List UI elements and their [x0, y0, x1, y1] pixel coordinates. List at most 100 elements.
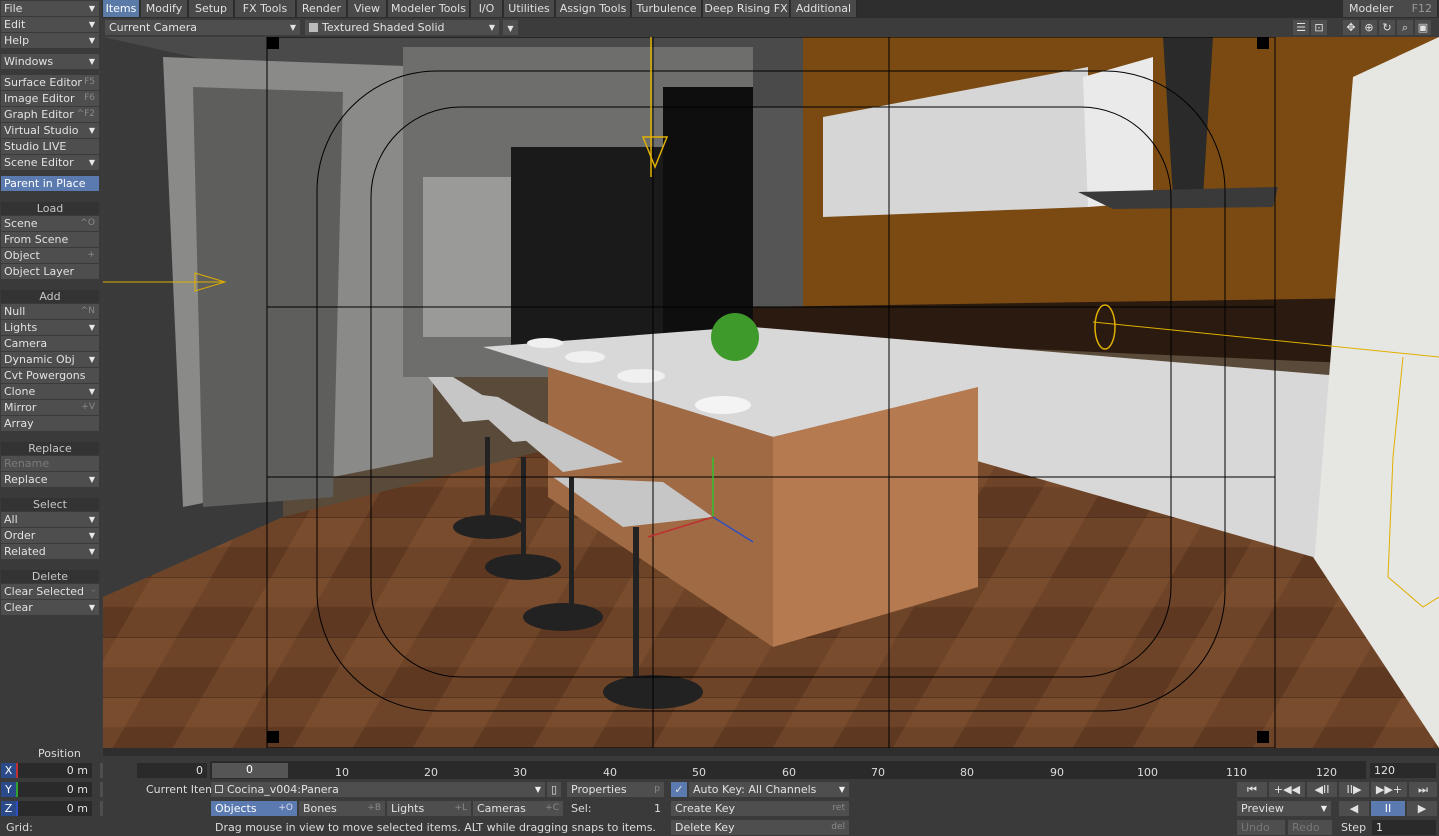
current-item-dropdown[interactable]: Cocina_v004:Panera ▼	[211, 782, 545, 797]
clear-label: Clear	[4, 601, 33, 614]
tab-modeler-tools[interactable]: Modeler Tools	[388, 0, 470, 17]
rotate-view-icon[interactable]: ↻	[1379, 20, 1395, 35]
preview-dropdown[interactable]: Preview ▼	[1237, 801, 1331, 816]
next-key-icon[interactable]: ▶▶+	[1371, 782, 1407, 797]
properties-button[interactable]: Properties p	[567, 782, 664, 797]
delete-key-button[interactable]: Delete Key del	[671, 820, 849, 835]
pan-view-icon[interactable]: ⊕	[1361, 20, 1377, 35]
3d-viewport[interactable]	[103, 37, 1439, 748]
y-position-field[interactable]: 0 m	[16, 782, 92, 797]
chevron-down-icon: ▼	[88, 323, 95, 332]
mirror-button[interactable]: Mirror +V	[1, 400, 99, 415]
tab-view[interactable]: View	[348, 0, 387, 17]
select-all-menu[interactable]: All ▼	[1, 512, 99, 527]
tab-fx-tools[interactable]: FX Tools	[235, 0, 296, 17]
move-view-icon[interactable]: ✥	[1343, 20, 1359, 35]
redo-button[interactable]: Redo	[1288, 820, 1332, 835]
dynamic-obj-menu[interactable]: Dynamic Obj ▼	[1, 352, 99, 367]
chevron-down-icon: ▼	[88, 387, 95, 396]
shortcut-hint: +V	[81, 402, 95, 412]
modeler-shortcut: F12	[1411, 2, 1432, 15]
timeline-splitter[interactable]	[103, 748, 1439, 756]
scene-editor-menu[interactable]: Scene Editor ▼	[1, 155, 99, 170]
tab-setup[interactable]: Setup	[189, 0, 234, 17]
play-forward-icon[interactable]: ▶	[1407, 801, 1437, 816]
cameras-filter-button[interactable]: Cameras +C	[473, 801, 563, 816]
undo-button[interactable]: Undo	[1237, 820, 1285, 835]
prev-key-icon[interactable]: +◀◀	[1269, 782, 1305, 797]
add-lights-label: Lights	[4, 321, 38, 334]
image-editor-button[interactable]: Image Editor F6	[1, 91, 99, 106]
lights-filter-button[interactable]: Lights +L	[387, 801, 471, 816]
add-camera-button[interactable]: Camera	[1, 336, 99, 351]
load-scene-button[interactable]: Scene ^O	[1, 216, 99, 231]
prev-frame-icon[interactable]: ◀II	[1307, 782, 1337, 797]
cameras-label: Cameras	[477, 802, 526, 815]
zoom-view-icon[interactable]: ⌕	[1397, 20, 1413, 35]
surface-editor-button[interactable]: Surface Editor F5	[1, 75, 99, 90]
file-menu[interactable]: File ▼	[1, 1, 99, 16]
graph-editor-button[interactable]: Graph Editor ^F2	[1, 107, 99, 122]
array-button[interactable]: Array	[1, 416, 99, 431]
windows-menu[interactable]: Windows ▼	[1, 54, 99, 69]
add-lights-menu[interactable]: Lights ▼	[1, 320, 99, 335]
bones-filter-button[interactable]: Bones +B	[299, 801, 385, 816]
tab-items[interactable]: Items	[103, 0, 140, 17]
studio-live-button[interactable]: Studio LIVE	[1, 139, 99, 154]
clear-menu[interactable]: Clear ▼	[1, 600, 99, 615]
view-type-dropdown[interactable]: Current Camera ▼	[105, 20, 300, 35]
replace-menu[interactable]: Replace ▼	[1, 472, 99, 487]
modeler-button[interactable]: Modeler F12	[1343, 0, 1438, 17]
x-position-field[interactable]: 0 m	[16, 763, 92, 778]
edit-menu[interactable]: Edit ▼	[1, 17, 99, 32]
step-field[interactable]: 1	[1372, 820, 1436, 835]
add-camera-label: Camera	[4, 337, 48, 350]
tab-render[interactable]: Render	[297, 0, 347, 17]
fit-view-icon[interactable]: ▣	[1415, 20, 1431, 35]
list-icon[interactable]: ☰	[1293, 20, 1309, 35]
add-null-button[interactable]: Null ^N	[1, 304, 99, 319]
last-frame-icon[interactable]: ⏭	[1409, 782, 1437, 797]
virtual-studio-menu[interactable]: Virtual Studio ▼	[1, 123, 99, 138]
timeline-end-field[interactable]: 120	[1370, 763, 1436, 778]
scene-editor-label: Scene Editor	[4, 156, 74, 169]
tab-utilities[interactable]: Utilities	[504, 0, 555, 17]
tab-deep-rising-fx[interactable]: Deep Rising FX	[703, 0, 790, 17]
help-menu[interactable]: Help ▼	[1, 33, 99, 48]
play-reverse-icon[interactable]: ◀	[1339, 801, 1369, 816]
load-object-button[interactable]: Object +	[1, 248, 99, 263]
y-color-bar	[16, 782, 18, 797]
tab-io[interactable]: I/O	[471, 0, 503, 17]
chevron-down-icon: ▼	[88, 515, 95, 524]
tab-modify[interactable]: Modify	[141, 0, 188, 17]
next-frame-icon[interactable]: II▶	[1339, 782, 1369, 797]
first-frame-icon[interactable]: ⏮	[1237, 782, 1267, 797]
file-label: File	[4, 2, 23, 15]
select-order-menu[interactable]: Order ▼	[1, 528, 99, 543]
objects-filter-button[interactable]: Objects +O	[211, 801, 297, 816]
object-layer-button[interactable]: Object Layer	[1, 264, 99, 279]
auto-key-checkbox[interactable]: ✓	[671, 782, 687, 797]
viewport-options-button[interactable]: ▼	[503, 20, 518, 35]
item-list-icon[interactable]: ▯	[547, 782, 561, 797]
tab-turbulence[interactable]: Turbulence	[632, 0, 702, 17]
create-key-button[interactable]: Create Key ret	[671, 801, 849, 816]
rename-button[interactable]: Rename	[1, 456, 99, 471]
render-mode-dropdown[interactable]: Textured Shaded Solid ▼	[305, 20, 499, 35]
pause-icon[interactable]: II	[1371, 801, 1405, 816]
tab-assign-tools[interactable]: Assign Tools	[556, 0, 631, 17]
select-related-menu[interactable]: Related ▼	[1, 544, 99, 559]
clone-menu[interactable]: Clone ▼	[1, 384, 99, 399]
tab-additional[interactable]: Additional	[791, 0, 857, 17]
from-scene-button[interactable]: From Scene	[1, 232, 99, 247]
clear-selected-button[interactable]: Clear Selected -	[1, 584, 99, 599]
z-position-field[interactable]: 0 m	[16, 801, 92, 816]
parent-in-place-toggle[interactable]: Parent in Place	[1, 176, 99, 191]
auto-key-dropdown[interactable]: Auto Key: All Channels ▼	[689, 782, 849, 797]
select-related-label: Related	[4, 545, 46, 558]
image-editor-label: Image Editor	[4, 92, 75, 105]
chevron-down-icon: ▼	[289, 23, 296, 32]
maximize-icon[interactable]: ⊡	[1311, 20, 1327, 35]
cvt-powergons-button[interactable]: Cvt Powergons	[1, 368, 99, 383]
timeline-start-field[interactable]: 0	[137, 763, 207, 778]
